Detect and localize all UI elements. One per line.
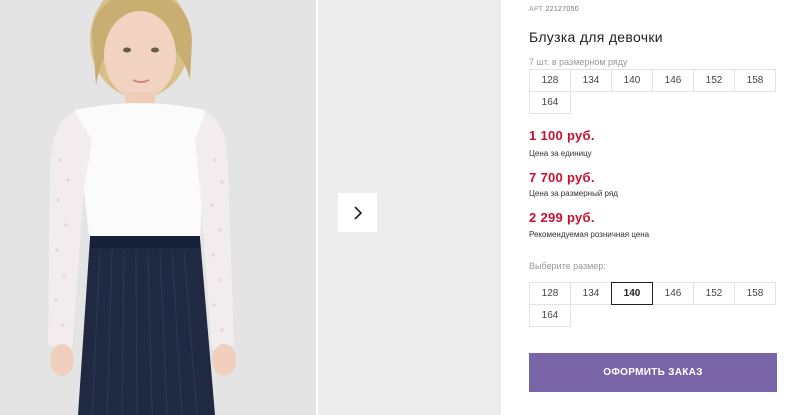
size-row-cell: 158 (734, 69, 776, 92)
product-info-panel: АРТ 22127050 Блузка для девочки 7 шт. в … (529, 0, 789, 415)
size-picker: 128 134 140 146 152 158 164 (529, 282, 781, 327)
size-row-cell: 152 (693, 69, 735, 92)
size-option-134[interactable]: 134 (570, 282, 612, 305)
order-button[interactable]: ОФОРМИТЬ ЗАКАЗ (529, 353, 777, 392)
size-row-note: 7 шт. в размерном ряду (529, 57, 628, 67)
retail-price: 2 299 руб. (529, 210, 595, 225)
article-number: АРТ 22127050 (529, 6, 579, 13)
size-row-price: 7 700 руб. (529, 170, 595, 185)
size-row-cell: 146 (652, 69, 694, 92)
chevron-right-icon (353, 205, 362, 220)
product-title: Блузка для девочки (529, 29, 663, 45)
size-option-140[interactable]: 140 (611, 282, 653, 305)
product-photo (0, 0, 316, 415)
size-row-cell: 128 (529, 69, 571, 92)
article-code: 22127050 (545, 6, 579, 13)
unit-price-label: Цена за единицу (529, 149, 592, 158)
article-label: АРТ (529, 6, 544, 13)
choose-size-label: Выберите размер: (529, 261, 606, 271)
size-row-price-label: Цена за размерный ряд (529, 189, 618, 198)
size-row-cell: 140 (611, 69, 653, 92)
product-gallery (0, 0, 515, 415)
product-photo-illustration (0, 0, 316, 415)
size-row-cell: 164 (529, 91, 571, 114)
size-option-152[interactable]: 152 (693, 282, 735, 305)
size-option-164[interactable]: 164 (529, 304, 571, 327)
size-row-grid: 128 134 140 146 152 158 164 (529, 69, 781, 114)
retail-price-label: Рекомендуемая розничная цена (529, 230, 650, 239)
size-option-146[interactable]: 146 (652, 282, 694, 305)
size-row-cell: 134 (570, 69, 612, 92)
next-image-button[interactable] (338, 193, 377, 232)
unit-price: 1 100 руб. (529, 128, 595, 143)
size-option-158[interactable]: 158 (734, 282, 776, 305)
size-option-128[interactable]: 128 (529, 282, 571, 305)
